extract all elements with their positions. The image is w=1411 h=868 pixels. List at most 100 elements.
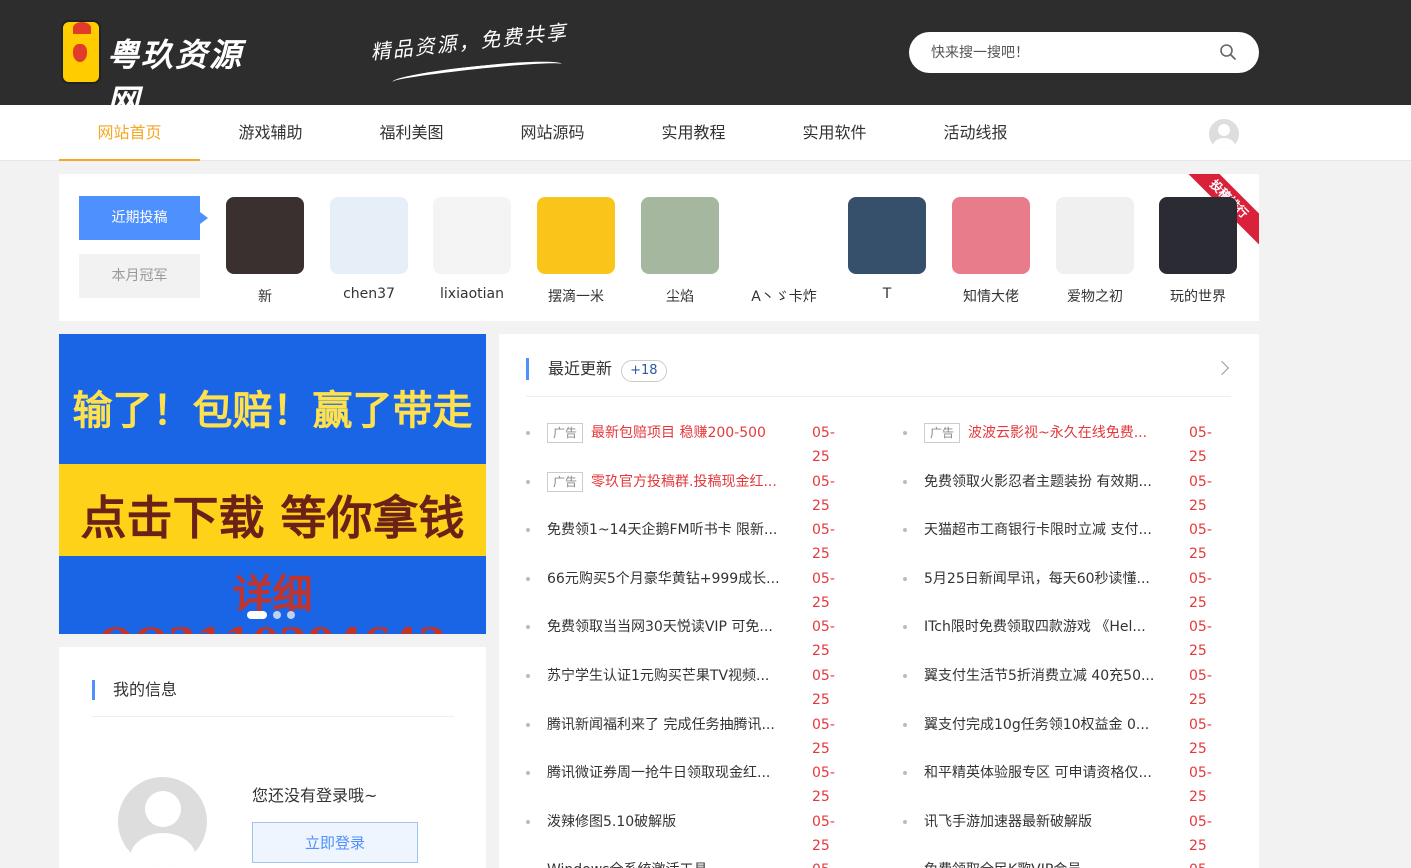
update-row: 广告 零玖官方投稿群.投稿现金红... 05-25 <box>526 470 836 514</box>
carousel-dot[interactable] <box>287 610 295 619</box>
ad-tag: 广告 <box>924 423 961 443</box>
bullet-icon <box>526 771 530 775</box>
banner-line-3: 详细QQ3110294642 <box>98 571 446 634</box>
update-date: 05-25 <box>1189 474 1212 514</box>
contributor-name[interactable]: chen37 <box>330 286 408 302</box>
tab-recent-posts[interactable]: 近期投稿 <box>79 196 208 240</box>
update-title-link[interactable]: 波波云影视~永久在线免费... <box>968 421 1147 445</box>
bullet-icon <box>526 528 530 532</box>
contributor-avatar[interactable] <box>641 197 719 274</box>
contributor-avatar[interactable] <box>433 197 511 274</box>
carousel-dots <box>247 604 301 619</box>
promo-banner[interactable]: 输了！包赔！赢了带走 点击下载 等你拿钱 详细QQ3110294642 <box>59 334 486 634</box>
ad-tag: 广告 <box>547 423 584 443</box>
nav-item[interactable]: 实用软件 <box>764 105 905 161</box>
contributor-name[interactable]: 摆滴一米 <box>537 286 615 306</box>
contributor-card[interactable]: 玩的世界 <box>1159 197 1237 306</box>
update-title-link[interactable]: 5月25日新闻早讯，每天60秒读懂... <box>924 567 1150 591</box>
update-title-link[interactable]: 腾讯新闻福利来了 完成任务抽腾讯... <box>547 713 775 737</box>
contributor-name[interactable]: 尘焰 <box>641 286 719 306</box>
carousel-dot[interactable] <box>247 610 267 619</box>
update-title-link[interactable]: 免费领取全民K歌VIP会员 <box>924 858 1081 868</box>
contributors-panel: 近期投稿 本月冠军 投稿排行 新chen37lixiaotian摆滴一米尘焰A丶… <box>59 174 1259 321</box>
contributor-card[interactable]: 知情大佬 <box>952 197 1030 306</box>
contributor-name[interactable]: A丶ゞ卡炸 <box>745 286 823 306</box>
update-title-link[interactable]: ITch限时免费领取四款游戏 《Hel... <box>924 615 1146 639</box>
nav-item[interactable]: 网站源码 <box>482 105 623 161</box>
contributor-card[interactable]: chen37 <box>330 197 408 302</box>
contributor-card[interactable]: T <box>848 197 926 302</box>
update-row: ITch限时免费领取四款游戏 《Hel... 05-25 <box>903 615 1213 659</box>
contributor-name[interactable]: lixiaotian <box>433 286 511 302</box>
update-title-link[interactable]: Windows全系统激活工具 <box>547 858 708 868</box>
chevron-right-icon[interactable] <box>1214 360 1230 376</box>
update-row: 翼支付生活节5折消费立减 40充50... 05-25 <box>903 664 1213 708</box>
contributor-avatar[interactable] <box>952 197 1030 274</box>
tab-monthly-champion[interactable]: 本月冠军 <box>79 254 200 298</box>
my-info-panel: 我的信息 您还没有登录哦~ 立即登录 <box>59 647 486 868</box>
main-nav: 网站首页 游戏辅助 福利美图 网站源码 实用教程 实用软件 活动线报 <box>0 105 1411 161</box>
update-title-link[interactable]: 零玖官方投稿群.投稿现金红... <box>591 470 777 494</box>
login-button[interactable]: 立即登录 <box>252 822 418 863</box>
update-title-link[interactable]: 天猫超市工商银行卡限时立减 支付... <box>924 518 1152 542</box>
update-title-link[interactable]: 泼辣修图5.10破解版 <box>547 810 676 834</box>
site-logo[interactable]: 粤玖资源网 <box>61 14 243 120</box>
divider <box>526 396 1231 397</box>
update-title-link[interactable]: 腾讯微证券周一抢牛日领取现金红... <box>547 761 770 785</box>
contributor-card[interactable]: lixiaotian <box>433 197 511 302</box>
update-title-link[interactable]: 和平精英体验服专区 可申请资格仅... <box>924 761 1152 785</box>
contributor-card[interactable]: 尘焰 <box>641 197 719 306</box>
bullet-icon <box>903 771 907 775</box>
carousel-dot[interactable] <box>273 610 281 619</box>
contributor-name[interactable]: 玩的世界 <box>1159 286 1237 306</box>
update-row: Windows全系统激活工具 05-25 <box>526 858 836 868</box>
search-icon[interactable] <box>1219 43 1237 61</box>
contributor-avatar[interactable] <box>1159 197 1237 274</box>
bullet-icon <box>903 480 907 484</box>
update-row: 广告 波波云影视~永久在线免费... 05-25 <box>903 421 1213 465</box>
update-title-link[interactable]: 讯飞手游加速器最新破解版 <box>924 810 1092 834</box>
update-title-link[interactable]: 苏宁学生认证1元购买芒果TV视频... <box>547 664 769 688</box>
bullet-icon <box>903 820 907 824</box>
update-title-link[interactable]: 免费领取当当网30天悦读VIP 可免... <box>547 615 773 639</box>
site-slogan: 精品资源，免费共享 <box>369 18 570 89</box>
contributor-avatar[interactable] <box>745 197 823 274</box>
nav-item[interactable]: 网站首页 <box>59 105 200 161</box>
contributor-name[interactable]: 知情大佬 <box>952 286 1030 306</box>
contributor-card[interactable]: A丶ゞ卡炸 <box>745 197 823 306</box>
ad-tag: 广告 <box>547 472 584 492</box>
update-row: 腾讯新闻福利来了 完成任务抽腾讯... 05-25 <box>526 713 836 757</box>
contributor-name[interactable]: 新 <box>226 286 304 306</box>
contributor-card[interactable]: 摆滴一米 <box>537 197 615 306</box>
update-date: 05-25 <box>812 522 835 562</box>
bullet-icon <box>903 625 907 629</box>
update-title-link[interactable]: 免费领取火影忍者主题装扮 有效期... <box>924 470 1152 494</box>
update-title-link[interactable]: 免费领1~14天企鹅FM听书卡 限新... <box>547 518 777 542</box>
update-title-link[interactable]: 翼支付生活节5折消费立减 40充50... <box>924 664 1154 688</box>
update-title-link[interactable]: 最新包赔项目 稳赚200-500 <box>591 421 766 445</box>
contributor-avatar[interactable] <box>330 197 408 274</box>
update-count-badge: +18 <box>621 360 667 382</box>
update-title-link[interactable]: 66元购买5个月豪华黄钻+999成长... <box>547 567 780 591</box>
nav-item[interactable]: 游戏辅助 <box>200 105 341 161</box>
contributor-avatar[interactable] <box>1056 197 1134 274</box>
update-date: 05-25 <box>1189 765 1212 805</box>
not-logged-in-text: 您还没有登录哦~ <box>252 786 378 805</box>
contributor-name[interactable]: T <box>848 286 926 302</box>
contributor-avatar[interactable] <box>226 197 304 274</box>
contributor-name[interactable]: 爱物之初 <box>1056 286 1134 306</box>
contributor-avatar[interactable] <box>848 197 926 274</box>
update-title-link[interactable]: 翼支付完成10g任务领10权益金 0... <box>924 713 1149 737</box>
contributor-card[interactable]: 爱物之初 <box>1056 197 1134 306</box>
update-date: 05-25 <box>1189 522 1212 562</box>
update-date: 05-25 <box>1189 668 1212 708</box>
contributor-card[interactable]: 新 <box>226 197 304 306</box>
nav-item[interactable]: 实用教程 <box>623 105 764 161</box>
banner-line-2: 点击下载 等你拿钱 <box>80 491 465 545</box>
search-input[interactable] <box>931 42 1211 64</box>
update-row: 腾讯微证券周一抢牛日领取现金红... 05-25 <box>526 761 836 805</box>
nav-item[interactable]: 活动线报 <box>905 105 1046 161</box>
nav-item[interactable]: 福利美图 <box>341 105 482 161</box>
contributor-avatar[interactable] <box>537 197 615 274</box>
user-avatar-icon[interactable] <box>1209 119 1239 149</box>
